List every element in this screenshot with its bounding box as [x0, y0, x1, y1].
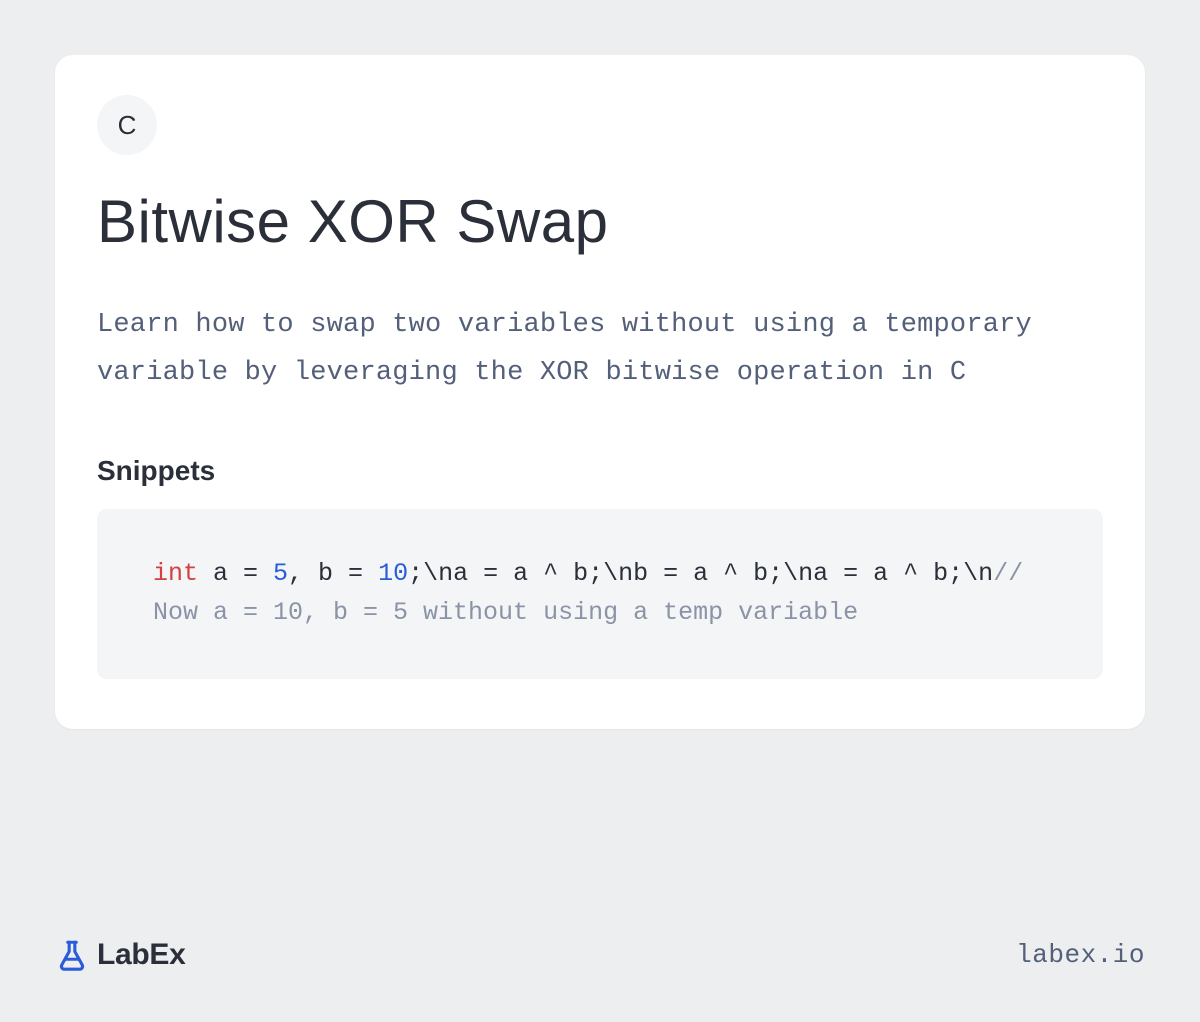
language-badge: C	[97, 95, 157, 155]
language-badge-label: C	[118, 110, 137, 141]
brand-name: LabEx	[97, 938, 186, 972]
page-title: Bitwise XOR Swap	[97, 189, 1103, 255]
flask-icon	[55, 938, 89, 972]
content-card: C Bitwise XOR Swap Learn how to swap two…	[55, 55, 1145, 729]
brand: LabEx	[55, 938, 186, 972]
site-label: labex.io	[1016, 940, 1145, 970]
footer: LabEx labex.io	[55, 938, 1145, 972]
description-text: Learn how to swap two variables without …	[97, 301, 1103, 397]
snippets-heading: Snippets	[97, 455, 1103, 487]
code-snippet: int a = 5, b = 10;\na = a ^ b;\nb = a ^ …	[97, 509, 1103, 679]
